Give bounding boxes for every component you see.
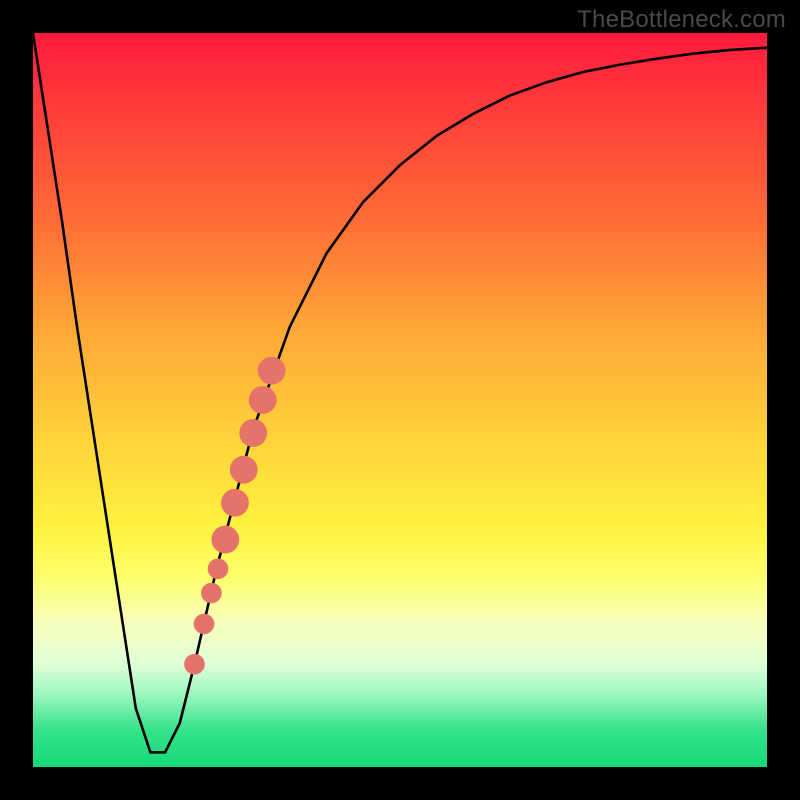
data-marker: [211, 526, 239, 554]
data-marker: [221, 489, 249, 517]
data-marker: [184, 654, 205, 675]
data-marker: [239, 419, 267, 447]
data-marker: [230, 456, 258, 484]
chart-svg: [33, 33, 767, 767]
marker-layer: [184, 357, 285, 675]
data-marker: [194, 614, 215, 635]
bottleneck-curve: [33, 33, 767, 752]
data-marker: [201, 583, 222, 604]
data-marker: [249, 386, 277, 414]
chart-frame: TheBottleneck.com: [0, 0, 800, 800]
data-marker: [208, 559, 229, 580]
data-marker: [258, 357, 286, 385]
curve-layer: [33, 33, 767, 752]
watermark-text: TheBottleneck.com: [577, 6, 786, 34]
